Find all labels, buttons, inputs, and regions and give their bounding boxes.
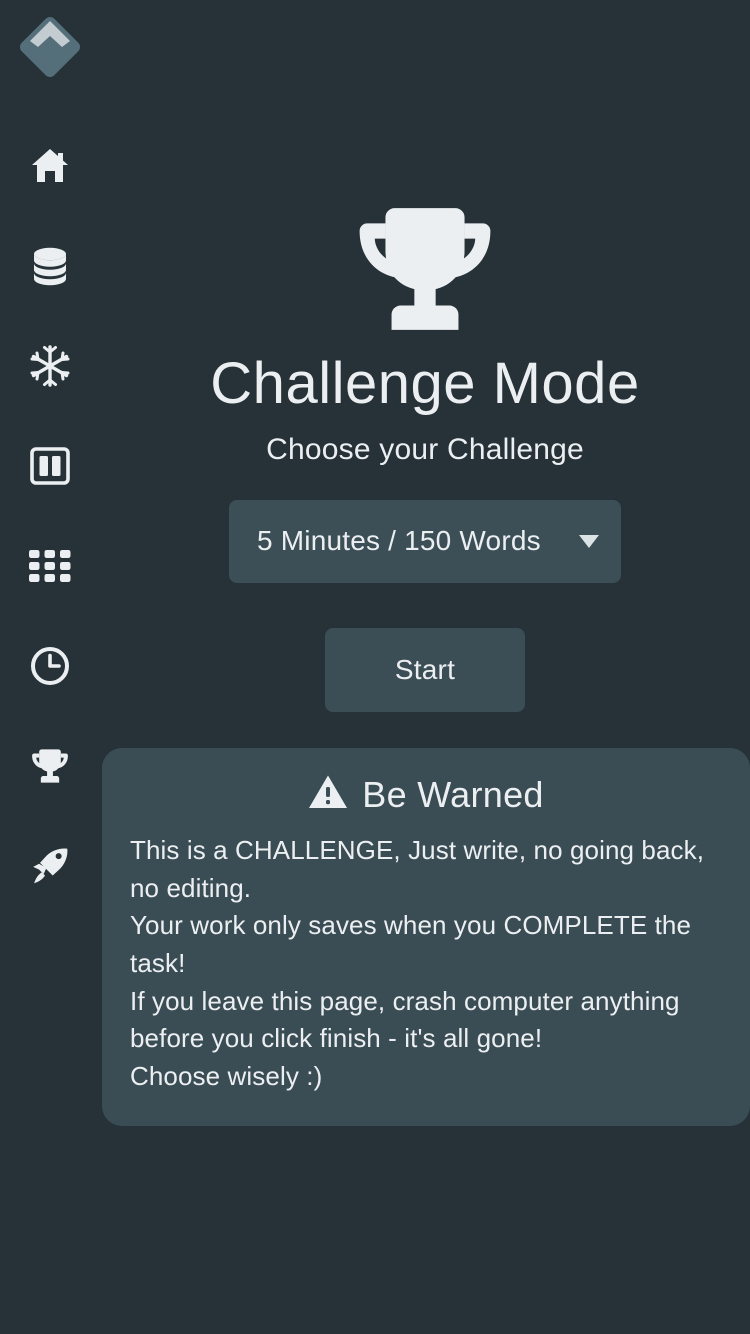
columns-icon [30,447,70,485]
sidebar-nav-list [0,116,100,916]
clock-icon [30,646,70,686]
app-logo[interactable] [17,14,83,80]
logo-chevron-icon [30,21,70,47]
database-icon [30,246,70,286]
warning-line: Choose wisely :) [130,1061,323,1092]
warning-line: This is a CHALLENGE, Just write, no goin… [130,834,705,903]
warning-header: Be Warned [130,774,722,816]
rocket-icon [30,846,70,886]
warning-line: If you leave this page, crash computer a… [130,985,680,1054]
warning-triangle-icon [308,774,348,815]
page-subtitle: Choose your Challenge [266,432,584,466]
home-icon [30,147,70,185]
challenge-mode-screen: Challenge Mode Choose your Challenge 5 M… [0,0,750,1334]
sidebar-item-rocket[interactable] [0,816,100,916]
trophy-icon [30,746,70,786]
challenge-select-value: 5 Minutes / 150 Words [257,525,541,557]
sidebar [0,0,100,1334]
snowflake-icon [29,345,71,387]
start-button[interactable]: Start [325,627,525,712]
warning-panel: Be Warned This is a CHALLENGE, Just writ… [102,747,750,1126]
sidebar-item-columns[interactable] [0,416,100,516]
warning-line: Your work only saves when you COMPLETE t… [130,910,692,978]
main-content: Challenge Mode Choose your Challenge 5 M… [100,0,750,1334]
grid-icon [29,550,71,582]
hero-trophy-icon [351,196,499,342]
warning-title: Be Warned [362,773,544,815]
sidebar-item-clock[interactable] [0,616,100,716]
sidebar-item-trophy[interactable] [0,716,100,816]
sidebar-item-database[interactable] [0,216,100,316]
sidebar-item-home[interactable] [0,116,100,216]
warning-body: This is a CHALLENGE, Just write, no goin… [130,832,722,1096]
challenge-select[interactable]: 5 Minutes / 150 Words [229,499,621,583]
sidebar-item-grid[interactable] [0,516,100,616]
chevron-down-icon [579,534,599,548]
sidebar-item-snowflake[interactable] [0,316,100,416]
page-title: Challenge Mode [210,351,640,416]
